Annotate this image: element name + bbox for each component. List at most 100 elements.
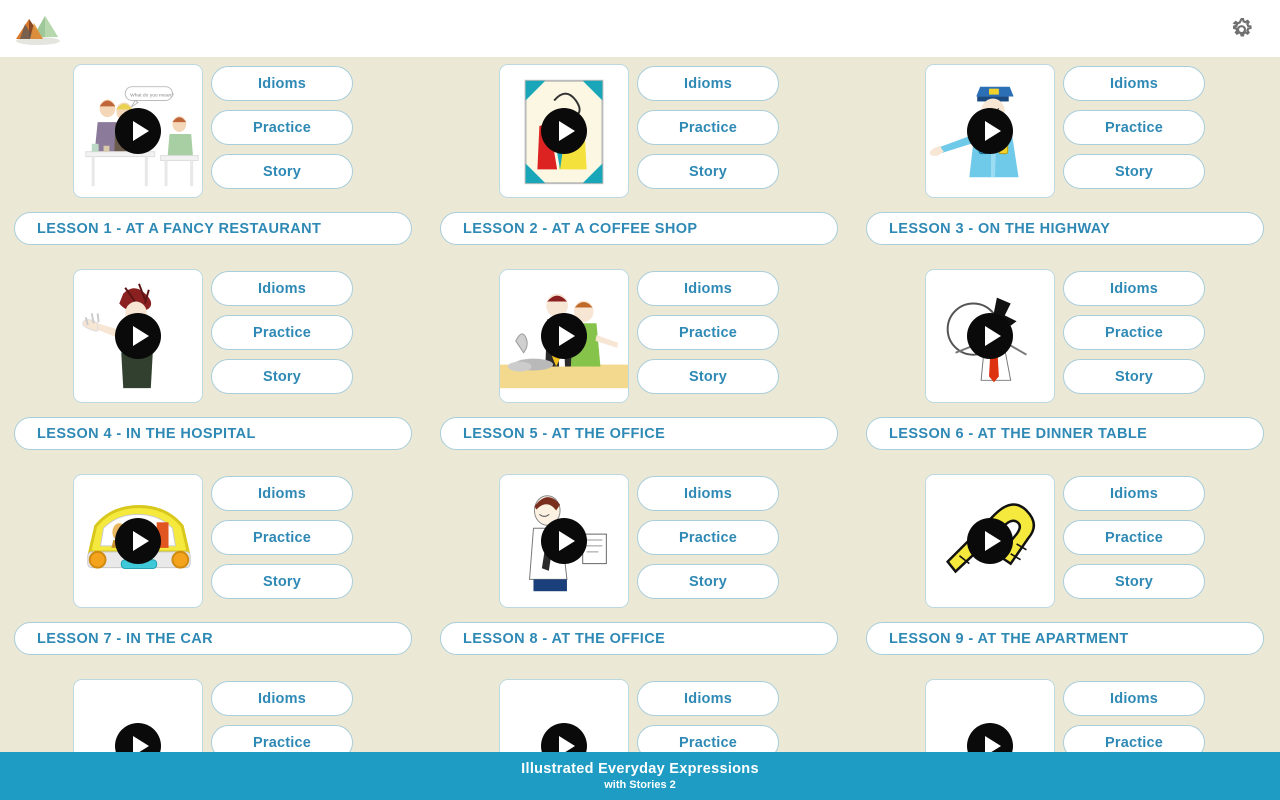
lesson-card-top: Idioms Practice Story [866, 64, 1264, 202]
footer-title: Illustrated Everyday Expressions [521, 761, 759, 777]
play-icon[interactable] [541, 313, 587, 359]
lesson-thumbnail[interactable] [499, 679, 629, 752]
idioms-button[interactable]: Idioms [637, 271, 779, 306]
lesson-action-buttons: Idioms Practice Story [1063, 64, 1205, 189]
lesson-card: Idioms Practice Story [426, 679, 852, 752]
story-button[interactable]: Story [1063, 359, 1205, 394]
lesson-card: Idioms Practice Story LESSON 4 - IN THE … [0, 269, 426, 450]
story-button[interactable]: Story [211, 359, 353, 394]
lesson-thumbnail[interactable] [925, 269, 1055, 403]
lesson-action-buttons: Idioms Practice Story [637, 474, 779, 599]
lesson-action-buttons: Idioms Practice Story [637, 269, 779, 394]
lesson-title-bar[interactable]: LESSON 9 - AT THE APARTMENT [866, 622, 1264, 655]
lesson-title-bar[interactable]: LESSON 2 - AT A COFFEE SHOP [440, 212, 838, 245]
pyramid-logo-icon [12, 10, 64, 48]
practice-button[interactable]: Practice [211, 315, 353, 350]
lesson-thumbnail[interactable] [925, 679, 1055, 752]
idioms-button[interactable]: Idioms [637, 66, 779, 101]
lesson-action-buttons: Idioms Practice Story [1063, 474, 1205, 599]
lesson-list-scroll[interactable]: What do you mean? Idioms Practice Story … [0, 57, 1280, 752]
lesson-title-bar[interactable]: LESSON 3 - ON THE HIGHWAY [866, 212, 1264, 245]
lesson-thumbnail[interactable] [925, 64, 1055, 198]
practice-button[interactable]: Practice [1063, 520, 1205, 555]
practice-button[interactable]: Practice [637, 110, 779, 145]
lesson-thumbnail[interactable] [73, 269, 203, 403]
lesson-card-top: Idioms Practice Story [440, 474, 838, 612]
lesson-thumbnail[interactable] [73, 474, 203, 608]
lesson-title-bar[interactable]: LESSON 7 - IN THE CAR [14, 622, 412, 655]
lesson-title-bar[interactable]: LESSON 5 - AT THE OFFICE [440, 417, 838, 450]
lesson-card: Idioms Practice Story LESSON 5 - AT THE … [426, 269, 852, 450]
story-button[interactable]: Story [637, 359, 779, 394]
lesson-title-bar[interactable]: LESSON 8 - AT THE OFFICE [440, 622, 838, 655]
story-button[interactable]: Story [1063, 564, 1205, 599]
story-button[interactable]: Story [637, 154, 779, 189]
lesson-title-bar[interactable]: LESSON 6 - AT THE DINNER TABLE [866, 417, 1264, 450]
lesson-card-top: Idioms Practice Story [866, 679, 1264, 752]
lesson-action-buttons: Idioms Practice Story [637, 64, 779, 189]
lesson-card-top: Idioms Practice Story [866, 474, 1264, 612]
play-icon[interactable] [967, 518, 1013, 564]
practice-button[interactable]: Practice [211, 520, 353, 555]
idioms-button[interactable]: Idioms [211, 681, 353, 716]
lesson-card: Idioms Practice Story [852, 679, 1278, 752]
lesson-thumbnail[interactable] [499, 474, 629, 608]
idioms-button[interactable]: Idioms [1063, 476, 1205, 511]
lesson-card-top: Idioms Practice Story [440, 679, 838, 752]
lesson-card: Idioms Practice Story LESSON 2 - AT A CO… [426, 64, 852, 245]
lesson-card: What do you mean? Idioms Practice Story … [0, 64, 426, 245]
story-button[interactable]: Story [637, 564, 779, 599]
lesson-action-buttons: Idioms Practice Story [211, 269, 353, 394]
story-button[interactable]: Story [211, 154, 353, 189]
story-button[interactable]: Story [211, 564, 353, 599]
lesson-card: Idioms Practice Story [0, 679, 426, 752]
lesson-action-buttons: Idioms Practice Story [1063, 269, 1205, 394]
practice-button[interactable]: Practice [211, 725, 353, 752]
idioms-button[interactable]: Idioms [637, 476, 779, 511]
practice-button[interactable]: Practice [637, 315, 779, 350]
lesson-card-top: Idioms Practice Story [866, 269, 1264, 407]
lesson-thumbnail[interactable] [73, 679, 203, 752]
lesson-title-bar[interactable]: LESSON 4 - IN THE HOSPITAL [14, 417, 412, 450]
idioms-button[interactable]: Idioms [211, 66, 353, 101]
lesson-thumbnail[interactable] [925, 474, 1055, 608]
lesson-action-buttons: Idioms Practice Story [211, 474, 353, 599]
lesson-thumbnail[interactable]: What do you mean? [73, 64, 203, 198]
practice-button[interactable]: Practice [211, 110, 353, 145]
app-header [0, 0, 1280, 57]
gear-icon[interactable] [1224, 12, 1258, 46]
footer-subtitle: with Stories 2 [604, 779, 676, 791]
lesson-title-bar[interactable]: LESSON 1 - AT A FANCY RESTAURANT [14, 212, 412, 245]
idioms-button[interactable]: Idioms [211, 271, 353, 306]
idioms-button[interactable]: Idioms [1063, 271, 1205, 306]
play-icon[interactable] [115, 518, 161, 564]
play-icon[interactable] [541, 518, 587, 564]
practice-button[interactable]: Practice [1063, 725, 1205, 752]
idioms-button[interactable]: Idioms [1063, 681, 1205, 716]
practice-button[interactable]: Practice [1063, 110, 1205, 145]
idioms-button[interactable]: Idioms [1063, 66, 1205, 101]
lesson-action-buttons: Idioms Practice Story [211, 64, 353, 189]
lesson-card: Idioms Practice Story LESSON 7 - IN THE … [0, 474, 426, 655]
lesson-thumbnail[interactable] [499, 269, 629, 403]
lesson-thumbnail[interactable] [499, 64, 629, 198]
lesson-card-top: Idioms Practice Story [14, 679, 412, 752]
idioms-button[interactable]: Idioms [211, 476, 353, 511]
practice-button[interactable]: Practice [637, 520, 779, 555]
app-footer: Illustrated Everyday Expressions with St… [0, 752, 1280, 800]
lesson-card-top: Idioms Practice Story [14, 474, 412, 612]
idioms-button[interactable]: Idioms [637, 681, 779, 716]
play-icon[interactable] [967, 313, 1013, 359]
play-icon[interactable] [115, 313, 161, 359]
play-icon[interactable] [115, 108, 161, 154]
lesson-card-top: Idioms Practice Story [440, 269, 838, 407]
svg-text:What do you mean?: What do you mean? [130, 93, 174, 99]
play-icon[interactable] [541, 108, 587, 154]
lesson-action-buttons: Idioms Practice Story [1063, 679, 1205, 752]
play-icon[interactable] [967, 108, 1013, 154]
lesson-card: Idioms Practice Story LESSON 9 - AT THE … [852, 474, 1278, 655]
story-button[interactable]: Story [1063, 154, 1205, 189]
practice-button[interactable]: Practice [637, 725, 779, 752]
lesson-card: Idioms Practice Story LESSON 3 - ON THE … [852, 64, 1278, 245]
practice-button[interactable]: Practice [1063, 315, 1205, 350]
